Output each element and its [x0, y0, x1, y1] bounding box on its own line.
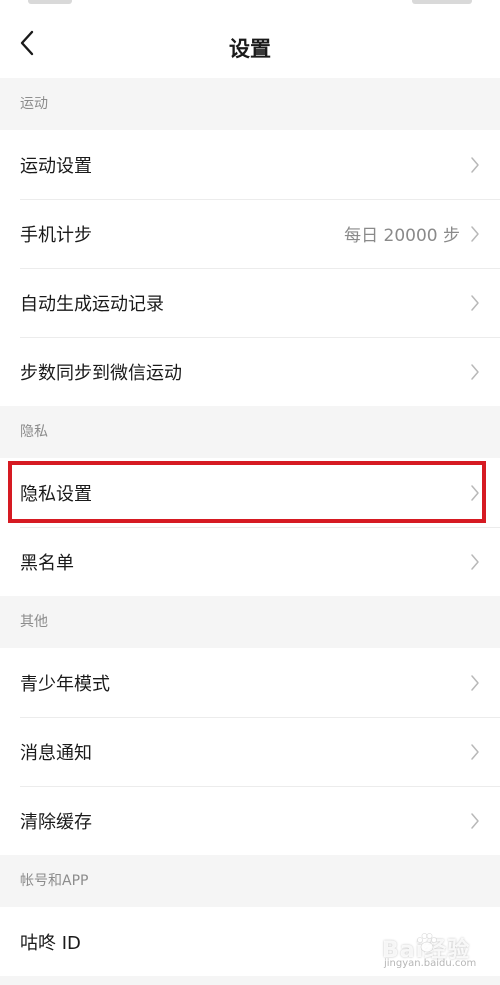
row-label: 消息通知	[20, 742, 92, 764]
row-auto-record[interactable]: 自动生成运动记录	[0, 268, 500, 337]
chevron-right-icon	[471, 225, 479, 242]
row-label: 咕咚 ID	[20, 932, 81, 954]
row-sport-settings[interactable]: 运动设置	[0, 130, 500, 199]
row-notifications[interactable]: 消息通知	[0, 717, 500, 786]
row-label: 运动设置	[20, 155, 92, 177]
row-label: 黑名单	[20, 552, 74, 574]
chevron-right-icon	[471, 553, 479, 570]
status-bar	[0, 0, 500, 8]
row-privacy-settings[interactable]: 隐私设置	[0, 458, 500, 527]
chevron-right-icon	[471, 484, 479, 501]
status-time	[28, 0, 72, 4]
row-label: 隐私设置	[20, 483, 92, 505]
row-label: 手机计步	[20, 224, 92, 246]
row-blacklist[interactable]: 黑名单	[0, 527, 500, 596]
chevron-right-icon	[471, 156, 479, 173]
row-phone-pedometer[interactable]: 手机计步 每日 20000 步	[0, 199, 500, 268]
row-wechat-sync[interactable]: 步数同步到微信运动	[0, 337, 500, 406]
chevron-right-icon	[471, 674, 479, 691]
chevron-right-icon	[471, 363, 479, 380]
section-header-account: 帐号和APP	[0, 855, 500, 907]
row-codoon-id[interactable]: 咕咚 ID	[0, 907, 500, 976]
nav-bar: 设置	[0, 8, 500, 78]
row-value-step-goal: 每日 20000 步	[344, 226, 460, 246]
chevron-left-icon	[20, 30, 34, 56]
row-label: 青少年模式	[20, 673, 110, 695]
row-clear-cache[interactable]: 清除缓存	[0, 786, 500, 855]
chevron-right-icon	[471, 743, 479, 760]
settings-list: 运动 运动设置 手机计步 每日 20000 步 自动生成运动记录 步数同步到微信…	[0, 78, 500, 976]
row-label: 自动生成运动记录	[20, 293, 164, 315]
row-label: 清除缓存	[20, 811, 92, 833]
section-header-privacy: 隐私	[0, 406, 500, 458]
back-button[interactable]	[10, 26, 44, 60]
section-header-other: 其他	[0, 596, 500, 648]
row-label: 步数同步到微信运动	[20, 362, 182, 384]
row-teen-mode[interactable]: 青少年模式	[0, 648, 500, 717]
status-icons	[412, 0, 472, 4]
chevron-right-icon	[471, 812, 479, 829]
section-header-sport: 运动	[0, 78, 500, 130]
chevron-right-icon	[471, 294, 479, 311]
